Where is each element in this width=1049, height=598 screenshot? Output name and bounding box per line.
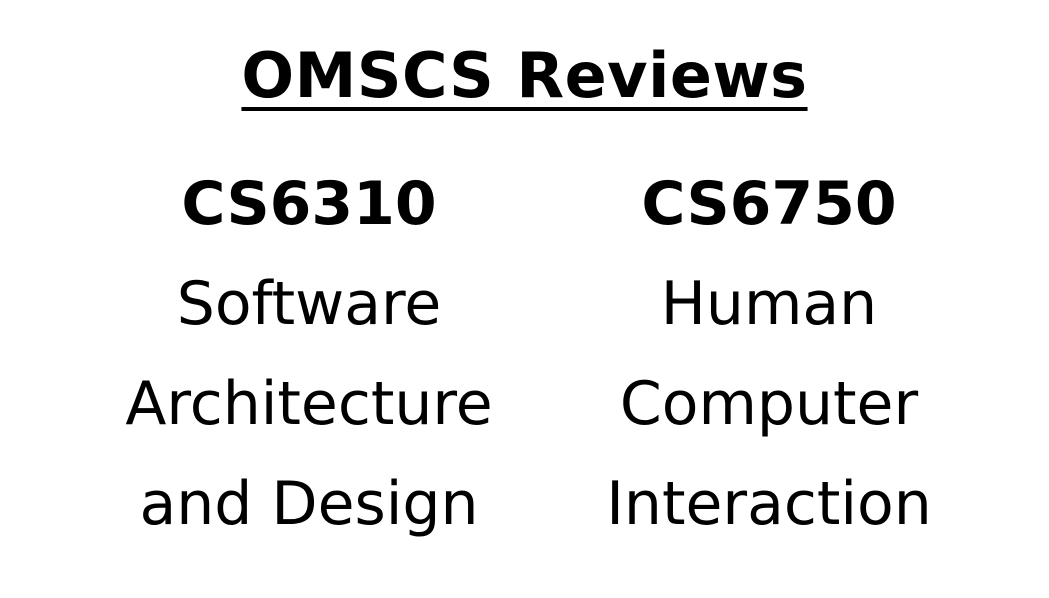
course-cs6750: CS6750 Human Computer Interaction bbox=[519, 164, 1019, 564]
course-name-line: Computer bbox=[619, 369, 919, 439]
course-cs6310: CS6310 Software Architecture and Design bbox=[59, 164, 559, 564]
course-name-line: Interaction bbox=[606, 469, 932, 539]
course-code: CS6750 bbox=[641, 169, 897, 239]
course-name-line: Human bbox=[660, 269, 878, 339]
course-code: CS6310 bbox=[181, 169, 437, 239]
course-name-line: and Design bbox=[139, 469, 479, 539]
course-name-line: Architecture bbox=[125, 369, 493, 439]
page-title: OMSCS Reviews bbox=[241, 39, 808, 112]
course-name-line: Software bbox=[176, 269, 442, 339]
